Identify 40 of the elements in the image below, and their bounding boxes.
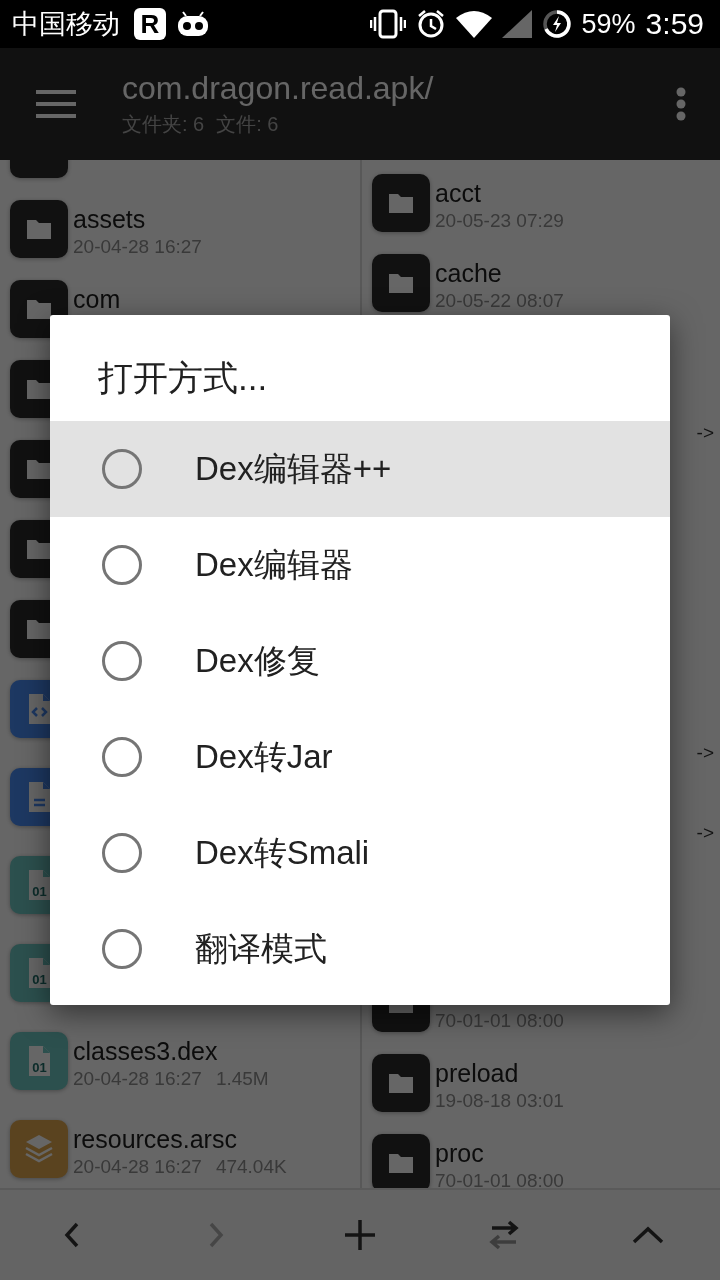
file-name: com xyxy=(73,284,122,314)
app-option[interactable]: Dex编辑器 xyxy=(50,517,670,613)
radio-button[interactable] xyxy=(102,737,142,777)
binary-file-icon: 01 xyxy=(10,1032,68,1090)
dialog-title: 打开方式... xyxy=(97,357,269,399)
file-name: cache xyxy=(435,258,503,288)
app-option[interactable]: Dex编辑器++ xyxy=(50,421,670,517)
robot-icon xyxy=(176,9,210,39)
radio-button[interactable] xyxy=(102,545,142,585)
carrier-name: 中国移动 xyxy=(12,8,120,41)
signal-icon xyxy=(501,10,532,38)
app-badge: R xyxy=(134,8,166,40)
layers-icon xyxy=(10,1120,68,1178)
radio-button[interactable] xyxy=(102,929,142,969)
menu-icon[interactable] xyxy=(36,89,76,119)
folder-icon xyxy=(372,1054,430,1112)
radio-button[interactable] xyxy=(102,449,142,489)
file-name: assets xyxy=(73,204,147,234)
folder-icon xyxy=(372,174,430,232)
link-arrow: -> xyxy=(696,822,714,844)
battery-charging-icon xyxy=(541,9,572,39)
radio-button[interactable] xyxy=(102,833,142,873)
link-arrow: -> xyxy=(696,742,714,764)
app-option[interactable]: Dex修复 xyxy=(50,613,670,709)
clock-time: 3:59 xyxy=(645,7,704,41)
file-name: proc xyxy=(435,1138,485,1168)
more-options-icon[interactable] xyxy=(676,87,686,121)
wifi-icon xyxy=(455,10,492,38)
folder-icon xyxy=(372,254,430,312)
vibrate-icon xyxy=(369,9,406,39)
radio-button[interactable] xyxy=(102,641,142,681)
folder-icon xyxy=(10,200,68,258)
file-name: preload xyxy=(435,1058,520,1088)
link-arrow: -> xyxy=(696,422,714,444)
path-title: com.dragon.read.apk/ xyxy=(122,70,435,107)
app-option[interactable]: Dex转Jar xyxy=(50,709,670,805)
file-name: resources.arsc xyxy=(73,1124,238,1154)
file-name: acct xyxy=(435,178,482,208)
file-name: classes3.dex xyxy=(73,1036,219,1066)
battery-percent: 59% xyxy=(581,8,636,40)
